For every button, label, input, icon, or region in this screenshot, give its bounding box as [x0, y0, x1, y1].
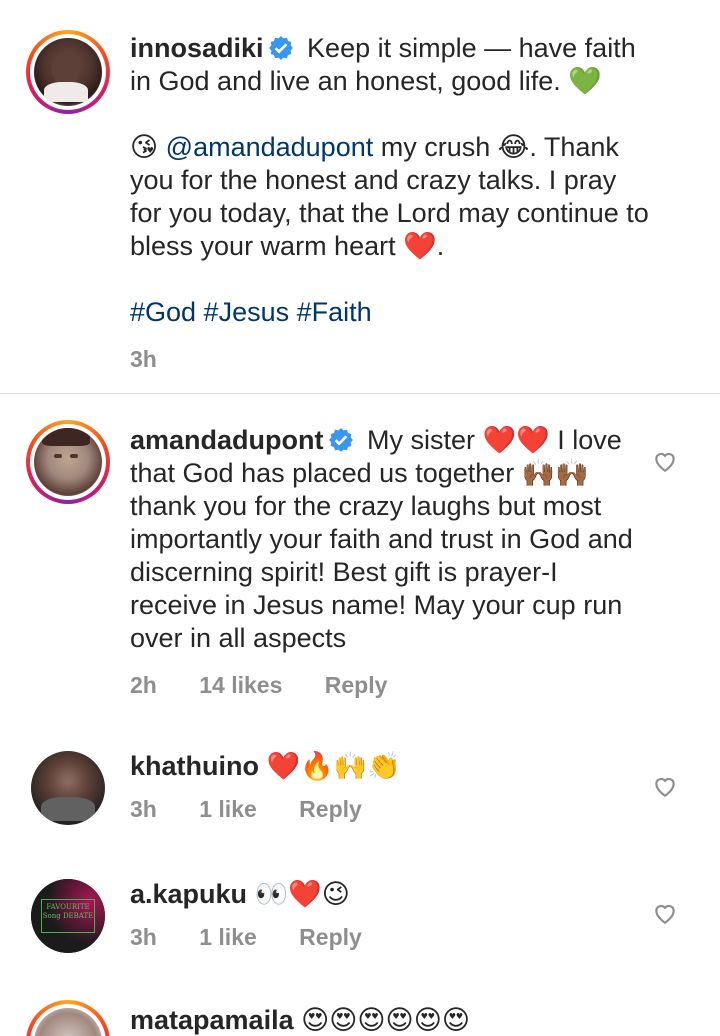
avatar-amandadupont[interactable]: [26, 420, 110, 504]
like-heart-icon[interactable]: [652, 900, 678, 926]
red-heart-emoji: ❤️: [403, 231, 437, 262]
caption-text-part2c: .: [436, 231, 445, 261]
comment-likes[interactable]: 1 like: [199, 796, 257, 822]
comments-screen: innosadiki Keep it simple — have faith i…: [0, 0, 720, 1036]
comment-likes[interactable]: 14 likes: [199, 672, 282, 698]
caption-time: 3h: [130, 346, 157, 372]
comment-time: 3h: [130, 924, 157, 950]
reaction-emojis: ❤️🔥🙌👏: [266, 751, 401, 782]
reaction-emojis: 👀❤️😉: [254, 879, 350, 910]
comment-text-c: thank you for the crazy laughs but most …: [130, 491, 633, 653]
comment-body-akapuku: a.kapuku 👀❤️😉 3h 1 like Reply: [130, 878, 650, 954]
like-heart-icon[interactable]: [652, 448, 678, 474]
caption-divider: [0, 393, 720, 394]
reply-button[interactable]: Reply: [325, 672, 388, 698]
comment-body-khathuino: khathuino ❤️🔥🙌👏 3h 1 like Reply: [130, 750, 650, 826]
comment-meta: 3h 1 like Reply: [130, 793, 650, 826]
reply-button[interactable]: Reply: [299, 796, 362, 822]
caption-username[interactable]: innosadiki: [130, 33, 264, 63]
caption-body: innosadiki Keep it simple — have faith i…: [130, 32, 650, 376]
caption-meta: 3h: [130, 343, 650, 376]
comment-meta: 2h 14 likes Reply: [130, 669, 650, 702]
comment-username[interactable]: khathuino: [130, 751, 259, 781]
comment-username[interactable]: amandadupont: [130, 425, 324, 455]
reply-button[interactable]: Reply: [299, 924, 362, 950]
heart-eyes-emojis: 😍😍😍😍😍😍: [301, 1005, 470, 1036]
kiss-emoji: 😘: [130, 132, 159, 163]
avatar-matapamaila[interactable]: [26, 1000, 110, 1036]
laugh-emoji: 😂: [497, 132, 530, 163]
verified-badge-icon: [328, 428, 353, 452]
comment-likes[interactable]: 1 like: [199, 924, 257, 950]
comment-username[interactable]: matapamaila: [130, 1005, 294, 1035]
avatar-album-art: FAVOURITE Song DEBATE: [41, 899, 95, 933]
red-hearts-emoji: ❤️❤️: [482, 425, 550, 456]
comment-text-a: My sister: [367, 425, 483, 455]
like-heart-icon[interactable]: [652, 773, 678, 799]
comment-body-amandadupont: amandadupont My sister ❤️❤️ I love that …: [130, 424, 650, 702]
avatar-innosadiki[interactable]: [26, 30, 110, 114]
raised-hands-emoji: 🙌🏾🙌🏾: [521, 458, 590, 489]
hashtags[interactable]: #God #Jesus #Faith: [130, 296, 650, 329]
comment-username[interactable]: a.kapuku: [130, 879, 247, 909]
comment-time: 3h: [130, 796, 157, 822]
caption-text-part2a: my crush: [373, 132, 498, 162]
verified-badge-icon: [268, 36, 293, 60]
comment-time: 2h: [130, 672, 157, 698]
avatar-akapuku[interactable]: FAVOURITE Song DEBATE: [26, 874, 110, 958]
mention-link[interactable]: @amandadupont: [166, 132, 374, 162]
comment-meta: 3h 1 like Reply: [130, 921, 650, 954]
green-heart-emoji: 💚: [568, 66, 602, 97]
comment-body-matapamaila: matapamaila 😍😍😍😍😍😍: [130, 1004, 650, 1036]
avatar-khathuino[interactable]: [26, 746, 110, 830]
